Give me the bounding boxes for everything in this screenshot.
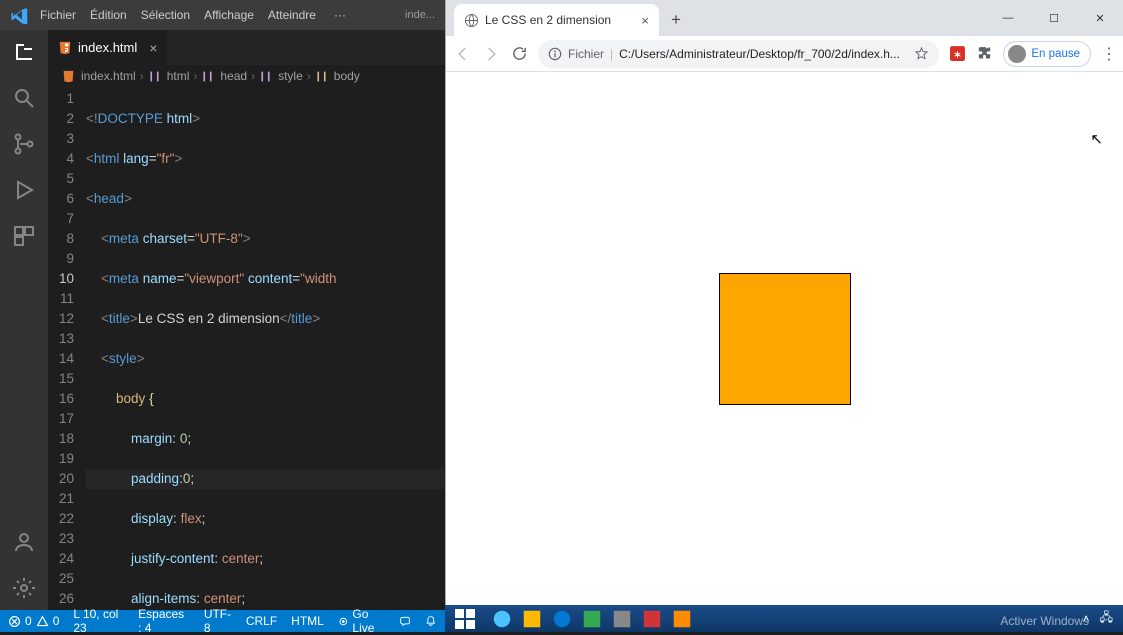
brackets-icon [259,70,272,83]
star-icon[interactable] [914,46,929,61]
extension-icon[interactable]: ✶ [949,45,966,62]
taskbar-app-icon[interactable] [521,608,543,630]
taskbar-app-icon[interactable] [551,608,573,630]
brackets-icon [315,70,328,83]
bell-icon[interactable] [425,614,437,628]
breadcrumb-item[interactable]: html [167,69,190,83]
line-gutter: 1234567891011121314151617181920212223242… [48,87,86,610]
menu-overflow[interactable]: ··· [330,8,350,22]
taskbar-app-icon[interactable] [581,608,603,630]
brackets-icon [201,70,214,83]
menu-selection[interactable]: Sélection [141,8,190,22]
tab-title: Le CSS en 2 dimension [485,13,611,27]
minimize-button[interactable]: — [985,0,1031,36]
window-title: inde... [405,9,445,21]
taskbar-app-icon[interactable] [611,608,633,630]
html-file-icon [58,41,72,55]
account-icon[interactable] [12,530,36,554]
globe-icon [464,13,479,28]
status-errors[interactable]: 0 0 [8,614,59,628]
orange-square [719,273,851,405]
extensions-icon[interactable] [12,224,36,248]
explorer-icon[interactable] [12,40,36,64]
breadcrumb-item[interactable]: style [278,69,303,83]
forward-button[interactable] [482,45,500,63]
run-debug-icon[interactable] [12,178,36,202]
editor-tab[interactable]: index.html × [48,30,168,65]
back-button[interactable] [454,45,472,63]
breadcrumb-item[interactable]: head [220,69,247,83]
window-controls: — ☐ ✕ [985,0,1123,36]
avatar-icon [1008,45,1026,63]
windows-watermark: Activer Windows [1000,614,1089,628]
toolbar-extensions: ✶ En pause ⋮ [949,41,1115,67]
breadcrumbs[interactable]: index.html › html › head › style › body [48,65,445,87]
url-text: C:/Users/Administrateur/Desktop/fr_700/2… [619,47,908,61]
puzzle-icon[interactable] [976,45,993,62]
tray-network-icon[interactable]: 🖧 [1100,608,1113,629]
code-editor[interactable]: 1234567891011121314151617181920212223242… [48,87,445,610]
breadcrumb-item[interactable]: index.html [81,69,136,83]
status-eol[interactable]: CRLF [246,614,277,628]
info-icon [548,47,562,61]
mouse-cursor-icon: ↖ [1090,130,1103,148]
vscode-titlebar: Fichier Édition Sélection Affichage Atte… [0,0,445,30]
status-bar: 0 0 L 10, col 23 Espaces : 4 UTF-8 CRLF … [0,610,445,632]
activity-bar [0,30,48,610]
status-language[interactable]: HTML [291,614,324,628]
browser-toolbar: Fichier | C:/Users/Administrateur/Deskto… [446,36,1123,72]
menu-affichage[interactable]: Affichage [204,8,254,22]
vscode-body: index.html × index.html › html › head › … [0,30,445,610]
menu-fichier[interactable]: Fichier [40,8,76,22]
html-file-icon [62,70,75,83]
svg-text:✶: ✶ [954,50,962,61]
editor-tabs: index.html × [48,30,445,65]
breadcrumb-item[interactable]: body [334,69,360,83]
brackets-icon [148,70,161,83]
feedback-icon[interactable] [400,614,412,628]
browser-tab[interactable]: Le CSS en 2 dimension × [454,4,659,36]
vscode-menu: Fichier Édition Sélection Affichage Atte… [38,8,350,22]
new-tab-button[interactable]: + [659,10,693,36]
tab-close-icon[interactable]: × [149,40,157,56]
taskbar-app-icon[interactable] [671,608,693,630]
editor-area: index.html × index.html › html › head › … [48,30,445,610]
taskbar-app-icon[interactable] [491,608,513,630]
reload-button[interactable] [510,45,528,63]
menu-atteindre[interactable]: Atteindre [268,8,316,22]
tab-filename: index.html [78,40,137,55]
browser-window: Le CSS en 2 dimension × + — ☐ ✕ Fichier … [445,0,1123,605]
status-cursor[interactable]: L 10, col 23 [73,607,124,635]
browser-tabstrip: Le CSS en 2 dimension × + — ☐ ✕ [446,0,1123,36]
source-control-icon[interactable] [12,132,36,156]
maximize-button[interactable]: ☐ [1031,0,1077,36]
start-button-icon[interactable] [453,607,477,631]
vscode-logo-icon [10,6,28,24]
vscode-window: Fichier Édition Sélection Affichage Atte… [0,0,445,632]
status-encoding[interactable]: UTF-8 [204,607,232,635]
menu-edition[interactable]: Édition [90,8,127,22]
tab-close-icon[interactable]: × [641,13,649,28]
code-lines[interactable]: <!DOCTYPE html> <html lang="fr"> <head> … [86,87,445,610]
search-icon[interactable] [12,86,36,110]
status-spaces[interactable]: Espaces : 4 [138,607,190,635]
menu-kebab-icon[interactable]: ⋮ [1101,44,1115,64]
profile-pill[interactable]: En pause [1003,41,1091,67]
url-scheme: Fichier [568,47,604,61]
rendered-page: ↖ [446,72,1123,605]
status-golive[interactable]: Go Live [338,607,386,635]
pause-label: En pause [1031,48,1080,60]
close-button[interactable]: ✕ [1077,0,1123,36]
settings-gear-icon[interactable] [12,576,36,600]
taskbar-apps [491,608,693,630]
address-bar[interactable]: Fichier | C:/Users/Administrateur/Deskto… [538,40,939,68]
taskbar-app-icon[interactable] [641,608,663,630]
